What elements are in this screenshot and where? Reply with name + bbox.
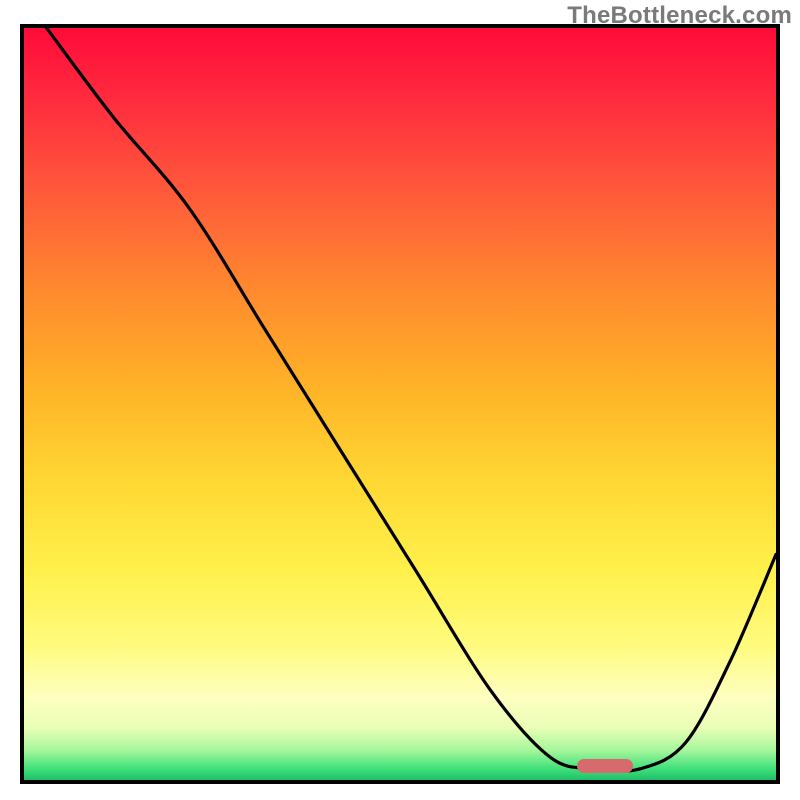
plot-area: [20, 24, 780, 784]
bottleneck-curve: [24, 28, 776, 780]
chart-container: TheBottleneck.com: [0, 0, 800, 800]
optimal-marker: [577, 759, 633, 773]
